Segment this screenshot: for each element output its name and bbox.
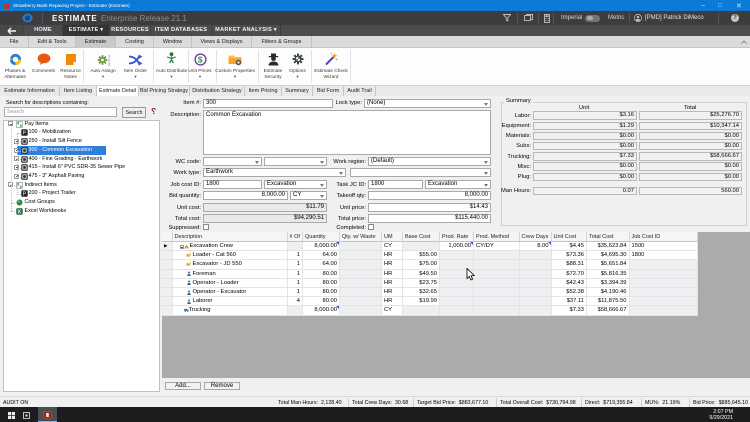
svg-text:3: 3 <box>108 61 111 66</box>
svg-text:$: $ <box>197 54 202 64</box>
svg-text:X: X <box>17 209 21 214</box>
